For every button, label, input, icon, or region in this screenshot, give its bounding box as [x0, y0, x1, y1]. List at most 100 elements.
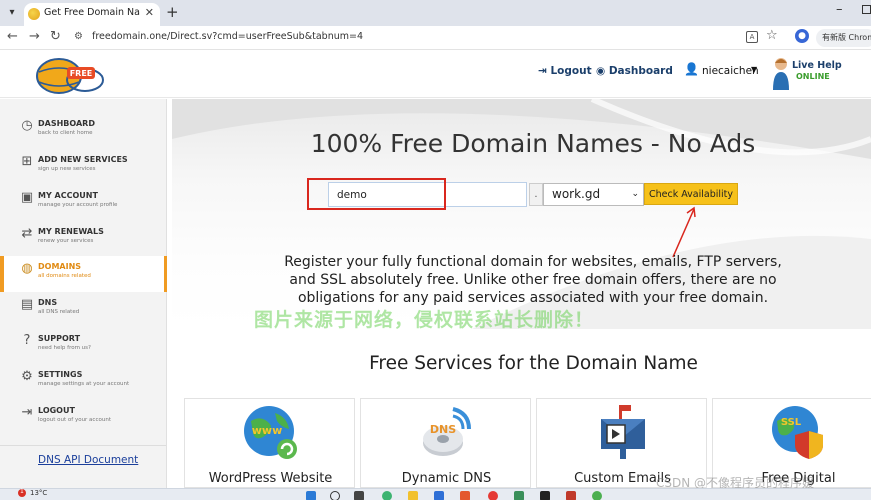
- profile-icon[interactable]: ●: [795, 29, 809, 43]
- back-icon[interactable]: ←: [7, 29, 18, 44]
- favicon-icon: [28, 8, 40, 20]
- logo-text: FREE: [70, 69, 93, 78]
- settings-icon: ⚙: [21, 369, 33, 384]
- sidebar-item-subtitle: logout out of your account: [38, 417, 111, 423]
- sidebar-item-title: ADD NEW SERVICES: [38, 155, 128, 164]
- services-title: Free Services for the Domain Name: [369, 353, 698, 374]
- freedomain-logo[interactable]: FREE: [33, 54, 107, 94]
- sidebar-item-title: DASHBOARD: [38, 119, 95, 128]
- account-icon: ▣: [20, 190, 34, 205]
- sidebar-divider: [0, 445, 166, 446]
- maximize-icon[interactable]: [862, 5, 871, 14]
- sidebar-item-my-account[interactable]: ▣ MY ACCOUNT manage your account profile: [0, 185, 167, 221]
- logout-link[interactable]: ⇥ Logout: [538, 65, 592, 77]
- sidebar-item-support[interactable]: ? SUPPORT need help from us?: [0, 328, 167, 364]
- tld-select[interactable]: work.gd ⌄: [543, 183, 644, 206]
- file-explorer-icon[interactable]: [408, 491, 418, 500]
- live-help-title[interactable]: Live Help: [792, 60, 842, 71]
- sidebar-item-dashboard[interactable]: ◷ DASHBOARD back to client home: [0, 113, 167, 149]
- service-label: WordPress Website: [208, 471, 333, 486]
- user-icon: 👤: [684, 62, 699, 76]
- app-icon[interactable]: [540, 491, 550, 500]
- os-taskbar: 1 13°C: [0, 488, 871, 500]
- new-version-button[interactable]: 有新版 Chrome: [816, 29, 871, 47]
- dns-disc-icon: DNS: [423, 407, 471, 456]
- service-card-wordpress[interactable]: www WordPress Website: [184, 398, 355, 488]
- sidebar-item-title: MY ACCOUNT: [38, 191, 98, 200]
- weather-temperature[interactable]: 13°C: [30, 489, 47, 497]
- sidebar-item-domains[interactable]: ◍ DOMAINS all domains related: [0, 256, 167, 292]
- search-icon[interactable]: [330, 491, 340, 500]
- sidebar-item-title: DOMAINS: [38, 262, 82, 271]
- sidebar-item-logout[interactable]: ⇥ LOGOUT logout out of your account: [0, 400, 167, 436]
- mailbox-icon: [601, 405, 645, 459]
- windows-start-icon[interactable]: [306, 491, 316, 500]
- sidebar-item-subtitle: renew your services: [38, 238, 94, 244]
- sidebar-item-subtitle: all domains related: [38, 273, 91, 279]
- dashboard-icon: ◉: [596, 65, 606, 77]
- check-availability-button[interactable]: Check Availability: [644, 183, 738, 205]
- site-header: FREE ⇥ Logout ◉ Dashboard 👤 niecaichen ▼…: [0, 50, 871, 98]
- address-bar: ← → ↻ ⚙ freedomain.one/Direct.sv?cmd=use…: [0, 26, 871, 50]
- logout-icon: ⇥: [21, 405, 33, 420]
- browser-tab[interactable]: Get Free Domain Names - R ✕: [24, 3, 160, 26]
- red-arrow-annotation: [672, 206, 696, 258]
- sidebar-item-my-renewals[interactable]: ⇄ MY RENEWALS renew your services: [0, 221, 167, 257]
- sidebar-item-title: SETTINGS: [38, 370, 83, 379]
- sidebar-item-subtitle: back to client home: [38, 130, 93, 136]
- app-icon[interactable]: [460, 491, 470, 500]
- service-card-dynamic-dns[interactable]: DNS Dynamic DNS: [360, 398, 531, 488]
- minimize-icon[interactable]: –: [836, 2, 843, 17]
- app-icon[interactable]: [592, 491, 602, 500]
- caret-down-icon[interactable]: ▼: [751, 65, 757, 74]
- dashboard-label: Dashboard: [608, 65, 673, 77]
- service-label: Dynamic DNS: [401, 471, 492, 486]
- url-field[interactable]: freedomain.one/Direct.sv?cmd=userFreeSub…: [92, 31, 363, 42]
- hero-title: 100% Free Domain Names - No Ads: [310, 129, 756, 158]
- notification-count: 1: [20, 488, 24, 495]
- task-view-icon[interactable]: [354, 491, 364, 500]
- forward-icon[interactable]: →: [29, 29, 40, 44]
- app-icon[interactable]: [566, 491, 576, 500]
- tab-title: Get Free Domain Names - R: [44, 7, 140, 18]
- site-info-icon[interactable]: ⚙: [74, 31, 83, 42]
- sidebar-item-subtitle: manage your account profile: [38, 202, 118, 208]
- chrome-icon[interactable]: [488, 491, 498, 500]
- reload-icon[interactable]: ↻: [50, 29, 61, 44]
- store-icon[interactable]: [434, 491, 444, 500]
- sidebar-item-subtitle: all DNS related: [38, 309, 80, 315]
- dashboard-link[interactable]: ◉ Dashboard: [596, 65, 673, 77]
- browser-tab-bar: ▾ Get Free Domain Names - R ✕ + –: [0, 0, 871, 26]
- sidebar-item-title: SUPPORT: [38, 334, 81, 343]
- sidebar-item-subtitle: manage settings at your account: [38, 381, 130, 387]
- sidebar-item-dns[interactable]: ▤ DNS all DNS related: [0, 292, 167, 328]
- logout-icon: ⇥: [538, 65, 547, 77]
- www-globe-icon: www: [244, 406, 297, 459]
- svg-text:DNS: DNS: [430, 423, 456, 436]
- tld-selected-value: work.gd: [552, 187, 601, 201]
- highlight-box: [307, 178, 446, 210]
- dns-icon: ▤: [20, 297, 34, 312]
- wechat-icon[interactable]: [382, 491, 392, 500]
- sidebar-item-subtitle: sign up new services: [38, 166, 96, 172]
- sidebar-item-title: DNS: [38, 298, 58, 307]
- app-icon[interactable]: [514, 491, 524, 500]
- globe-icon: ◍: [21, 261, 33, 276]
- translate-icon[interactable]: A: [746, 31, 758, 43]
- live-help-agent-icon[interactable]: [772, 56, 790, 90]
- dns-api-document-link[interactable]: DNS API Document: [38, 454, 138, 466]
- tab-search-icon[interactable]: ▾: [4, 5, 20, 21]
- bookmark-star-icon[interactable]: ☆: [766, 28, 778, 43]
- dot-separator: .: [529, 183, 543, 206]
- new-tab-icon[interactable]: +: [166, 3, 179, 21]
- close-tab-icon[interactable]: ✕: [145, 6, 154, 19]
- svg-text:SSL: SSL: [781, 417, 802, 428]
- logout-label: Logout: [550, 65, 592, 77]
- support-icon: ?: [23, 333, 31, 348]
- ssl-shield-icon: SSL: [772, 406, 823, 459]
- chevron-down-icon: ⌄: [631, 189, 639, 199]
- sidebar-item-add-new-services[interactable]: ⊞ ADD NEW SERVICES sign up new services: [0, 149, 167, 185]
- sidebar-item-title: LOGOUT: [38, 406, 75, 415]
- plus-icon: ⊞: [21, 154, 33, 169]
- sidebar-item-settings[interactable]: ⚙ SETTINGS manage settings at your accou…: [0, 364, 167, 400]
